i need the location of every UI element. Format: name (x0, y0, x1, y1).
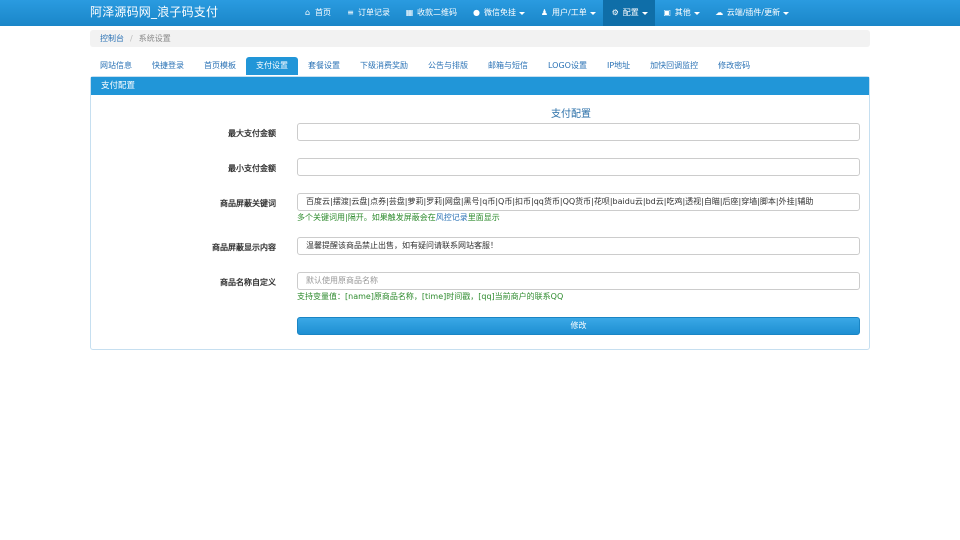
panel-heading: 支付配置 (91, 77, 869, 95)
name-custom-label: 商品名称自定义 (220, 278, 276, 287)
home-icon: ⌂ (304, 8, 311, 17)
cloud-icon: ☁ (715, 8, 724, 17)
breadcrumb-home-link[interactable]: 控制台 (100, 34, 124, 43)
list-icon: ≡ (347, 8, 354, 17)
nav-label: 微信免挂 (484, 8, 516, 17)
nav-label: 用户/工单 (552, 8, 587, 17)
min-amount-label: 最小支付金额 (228, 164, 276, 173)
chevron-down-icon (589, 11, 596, 15)
risk-record-link[interactable]: 风控记录 (436, 213, 468, 222)
nav-wechat[interactable]: ● 微信免挂 (464, 0, 532, 26)
nav-config[interactable]: ⚙ 配置 (602, 0, 655, 26)
keywords-help: 多个关键词用|隔开。如果触发屏蔽会在风控记录里面显示 (297, 212, 500, 223)
tab-logo-settings[interactable]: LOGO设置 (538, 57, 597, 75)
nav-cloud[interactable]: ☁ 云端/插件/更新 (707, 0, 796, 26)
nav-label: 订单记录 (358, 8, 390, 17)
name-custom-input[interactable]: 默认使用原商品名称 (297, 272, 860, 290)
tab-mail-sms[interactable]: 邮箱与短信 (478, 57, 538, 75)
tab-payment-settings[interactable]: 支付设置 (246, 57, 298, 75)
max-amount-input[interactable] (297, 123, 860, 141)
nav-label: 云端/插件/更新 (726, 8, 781, 17)
nav-other[interactable]: ▣ 其他 (655, 0, 707, 26)
briefcase-icon: ▣ (663, 8, 671, 17)
form-title: 支付配置 (551, 109, 591, 120)
nav-label: 收款二维码 (417, 8, 457, 17)
wechat-icon: ● (473, 8, 480, 17)
tab-quick-login[interactable]: 快捷登录 (142, 57, 194, 75)
keywords-input[interactable]: 百度云|摆渡|云盘|点券|芸盘|萝莉|罗莉|网盘|黑号|q币|Q币|扣币|qq货… (297, 193, 860, 211)
chevron-down-icon (783, 11, 790, 15)
top-navbar: 阿泽源码网_浪子码支付 ⌂ 首页 ≡ 订单记录 ▦ 收款二维码 ● 微信免挂 ♟… (0, 0, 960, 26)
breadcrumb-current: 系统设置 (138, 34, 171, 43)
tab-package-settings[interactable]: 套餐设置 (298, 57, 350, 75)
block-message-label: 商品屏蔽显示内容 (212, 243, 276, 252)
tab-home-template[interactable]: 首页模板 (194, 57, 246, 75)
main-nav: ⌂ 首页 ≡ 订单记录 ▦ 收款二维码 ● 微信免挂 ♟ 用户/工单 ⚙ 配置 … (295, 0, 796, 26)
qrcode-icon: ▦ (405, 8, 414, 17)
nav-label: 配置 (622, 8, 639, 17)
block-message-input[interactable]: 温馨提醒该商品禁止出售，如有疑问请联系网站客服！ (297, 237, 860, 255)
tab-notice-layout[interactable]: 公告与排版 (418, 57, 478, 75)
brand-title[interactable]: 阿泽源码网_浪子码支付 (90, 0, 218, 26)
gear-icon: ⚙ (611, 8, 619, 17)
tab-callback-monitor[interactable]: 加快回调监控 (640, 57, 708, 75)
keywords-label: 商品屏蔽关键词 (220, 199, 276, 208)
tab-change-password[interactable]: 修改密码 (708, 57, 760, 75)
settings-tabs: 网站信息 快捷登录 首页模板 支付设置 套餐设置 下级消费奖励 公告与排版 邮箱… (90, 57, 870, 75)
chevron-down-icon (519, 11, 525, 15)
nav-label: 首页 (315, 8, 331, 17)
tab-ip-address[interactable]: IP地址 (597, 57, 640, 75)
breadcrumb-separator: / (130, 34, 133, 43)
keywords-help-suffix: 里面显示 (467, 213, 500, 222)
tab-sub-reward[interactable]: 下级消费奖励 (350, 57, 418, 75)
nav-orders[interactable]: ≡ 订单记录 (338, 0, 397, 26)
min-amount-input[interactable] (297, 158, 860, 176)
nav-qrcode[interactable]: ▦ 收款二维码 (397, 0, 464, 26)
breadcrumb: 控制台 / 系统设置 (90, 30, 870, 47)
payment-config-panel: 支付配置 支付配置 最大支付金额 最小支付金额 商品屏蔽关键词 百度云|摆渡|云… (90, 76, 870, 350)
chevron-down-icon (693, 11, 700, 15)
user-icon: ♟ (540, 8, 549, 17)
nav-label: 其他 (674, 8, 691, 17)
chevron-down-icon (641, 11, 648, 15)
nav-home[interactable]: ⌂ 首页 (295, 0, 338, 26)
max-amount-label: 最大支付金额 (228, 129, 276, 138)
tab-site-info[interactable]: 网站信息 (90, 57, 142, 75)
nav-users[interactable]: ♟ 用户/工单 (532, 0, 603, 26)
keywords-help-prefix: 多个关键词用|隔开。如果触发屏蔽会在 (297, 213, 436, 222)
submit-button[interactable]: 修改 (297, 317, 860, 335)
name-custom-help: 支持变量值：[name]原商品名称，[time]时间戳，[qq]当前商户的联系Q… (297, 292, 564, 301)
